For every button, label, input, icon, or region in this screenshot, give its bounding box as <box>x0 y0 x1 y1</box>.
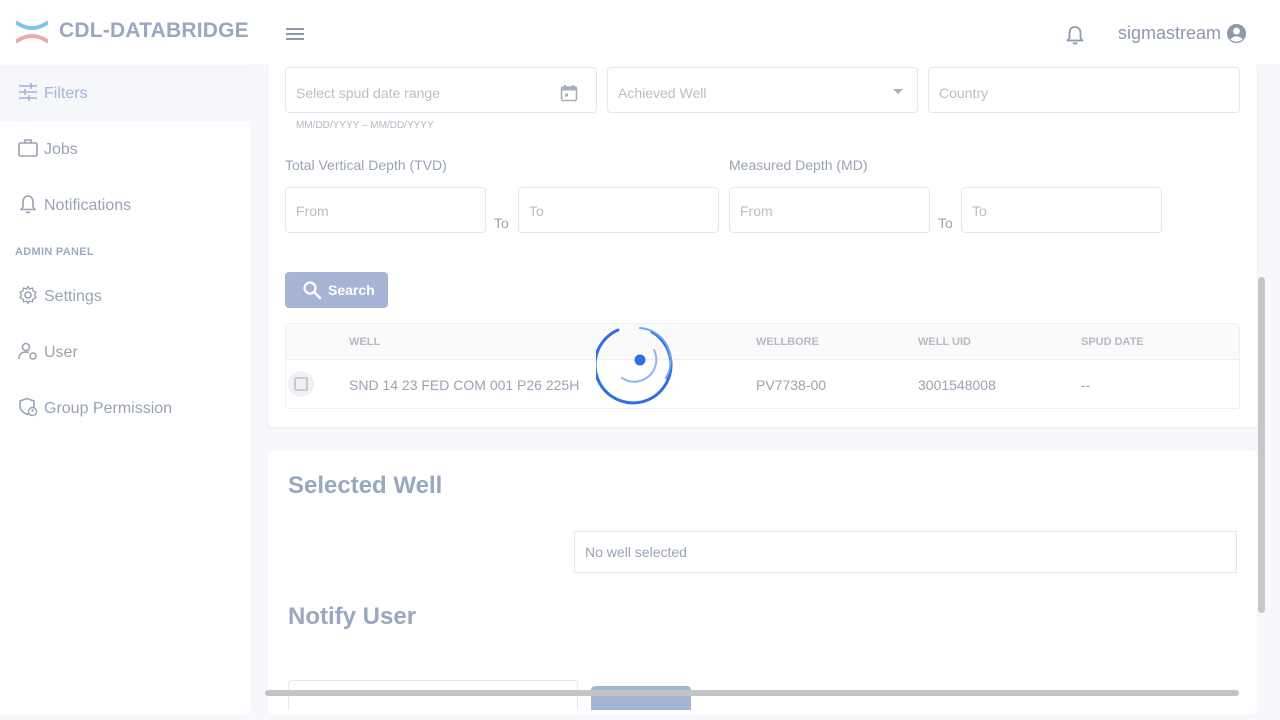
country-placeholder: Country <box>939 85 989 101</box>
sidebar-item-jobs[interactable]: Jobs <box>0 121 250 177</box>
sidebar-item-label: User <box>44 344 78 361</box>
column-header-spud-date[interactable]: SPUD DATE <box>1081 336 1144 348</box>
loading-spinner-icon <box>596 327 673 405</box>
md-to-label: To <box>938 215 953 231</box>
sidebar-item-label: Group Permission <box>44 400 173 417</box>
sidebar-item-settings[interactable]: Settings <box>0 268 250 324</box>
tvd-from-placeholder: From <box>296 203 329 219</box>
admin-panel-heading: ADMIN PANEL <box>15 246 94 258</box>
vertical-scrollbar[interactable] <box>1258 277 1265 613</box>
top-app-bar: CDL-DATABRIDGE sigmastream <box>0 0 1280 64</box>
tvd-from-input[interactable]: From <box>285 187 486 233</box>
tvd-to-label: To <box>494 215 509 231</box>
briefcase-icon <box>18 139 38 157</box>
search-icon <box>303 281 322 300</box>
achieved-well-select[interactable]: Achieved Well <box>607 67 918 113</box>
column-header-well-uid[interactable]: WELL UID <box>918 336 971 348</box>
tvd-label: Total Vertical Depth (TVD) <box>285 157 447 173</box>
sidebar-item-label: Notifications <box>44 197 132 214</box>
spud-date-hint: MM/DD/YYYY – MM/DD/YYYY <box>296 120 434 131</box>
sidebar-item-label: Filters <box>44 85 88 102</box>
tvd-to-input[interactable]: To <box>518 187 719 233</box>
spud-date-placeholder: Select spud date range <box>296 85 440 101</box>
sidebar-item-label: Jobs <box>44 141 78 158</box>
column-header-well[interactable]: WELL <box>349 336 380 348</box>
tvd-to-placeholder: To <box>529 203 544 219</box>
sidebar: Filters Jobs Notifications ADMIN PANEL S… <box>0 64 250 714</box>
app-title: CDL-DATABRIDGE <box>59 19 249 42</box>
sidebar-item-label: Settings <box>44 288 102 305</box>
wells-table: WELL WELLBORE WELL UID SPUD DATE SND 14 … <box>285 323 1240 409</box>
notifications-bell-icon[interactable] <box>1064 24 1086 46</box>
sidebar-item-user[interactable]: User <box>0 324 250 380</box>
md-to-input[interactable]: To <box>961 187 1162 233</box>
user-gear-icon <box>18 342 37 360</box>
sidebar-item-group-permission[interactable]: Group Permission <box>0 380 250 436</box>
bell-icon <box>20 195 36 214</box>
table-header: WELL WELLBORE WELL UID SPUD DATE <box>286 324 1239 360</box>
table-cell-well-uid: 3001548008 <box>918 377 996 393</box>
dropdown-arrow-icon <box>893 89 903 94</box>
sidebar-item-notifications[interactable]: Notifications <box>0 177 250 233</box>
selected-well-box: No well selected <box>574 531 1237 573</box>
column-header-wellbore[interactable]: WELLBORE <box>756 336 819 348</box>
sidebar-item-filters[interactable]: Filters <box>0 65 250 121</box>
table-cell-well: SND 14 23 FED COM 001 P26 225H <box>349 377 580 393</box>
achieved-well-placeholder: Achieved Well <box>618 85 707 101</box>
table-cell-spud-date: -- <box>1081 377 1091 393</box>
selected-well-title: Selected Well <box>288 472 443 499</box>
md-from-placeholder: From <box>740 203 773 219</box>
md-label: Measured Depth (MD) <box>729 157 868 173</box>
search-button-label: Search <box>328 282 375 298</box>
app-logo <box>16 21 48 43</box>
no-well-selected-text: No well selected <box>585 544 687 560</box>
md-from-input[interactable]: From <box>729 187 930 233</box>
sliders-icon <box>19 83 37 101</box>
username-label[interactable]: sigmastream <box>1118 23 1221 44</box>
search-button[interactable]: Search <box>285 272 388 308</box>
table-cell-wellbore: PV7738-00 <box>756 377 827 393</box>
notify-user-title: Notify User <box>288 603 417 630</box>
spud-date-range-input[interactable]: Select spud date range <box>285 67 597 113</box>
gear-icon <box>19 285 37 305</box>
calendar-icon[interactable] <box>560 84 578 102</box>
hamburger-menu-icon[interactable] <box>284 24 306 44</box>
account-circle-icon[interactable] <box>1226 23 1247 44</box>
country-select[interactable]: Country <box>928 67 1240 113</box>
md-to-placeholder: To <box>972 203 987 219</box>
shield-group-icon <box>19 397 38 417</box>
horizontal-scrollbar[interactable] <box>265 690 1239 696</box>
row-select-checkbox[interactable] <box>294 377 308 391</box>
